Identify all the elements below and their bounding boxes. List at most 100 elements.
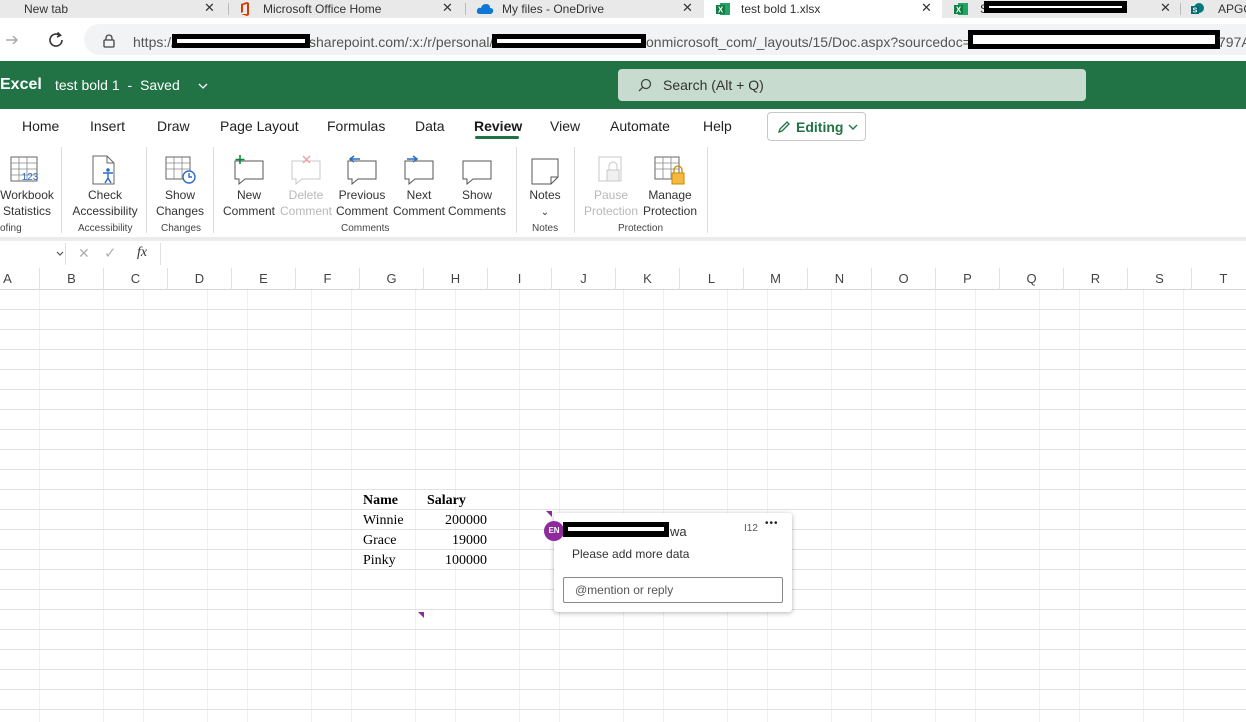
new-comment-button[interactable]: New Comment [221,149,277,221]
tab-automate[interactable]: Automate [610,118,670,134]
avatar: EN [544,521,564,541]
delete-comment-button[interactable]: Delete Comment [278,149,334,221]
comment-card[interactable]: EN wa I12 ••• Please add more data @ment… [544,513,792,612]
notes-icon [531,158,559,185]
comment-reply-input[interactable]: @mention or reply [563,577,783,603]
column-header[interactable]: D [168,268,232,290]
tab-close-icon[interactable]: ✕ [682,0,693,16]
column-header[interactable]: I [488,268,552,290]
column-header[interactable]: L [680,268,744,290]
show-comments-icon [462,160,492,185]
group-label-comments: Comments [341,223,390,234]
column-header[interactable]: N [808,268,872,290]
column-header[interactable]: S [1128,268,1192,290]
refresh-icon[interactable] [47,31,65,49]
tab-test-bold[interactable]: X test bold 1.xlsx ✕ [704,0,942,18]
check-accessibility-button[interactable]: Check Accessibility [70,149,140,221]
show-comments-button[interactable]: Show Comments [447,149,507,221]
button-label: Workbook Statistics [0,188,54,218]
column-header[interactable]: R [1064,268,1128,290]
previous-comment-button[interactable]: Previous Comment [334,149,390,221]
column-header[interactable]: M [744,268,808,290]
tab-page-layout[interactable]: Page Layout [220,118,299,134]
app-name[interactable]: Excel [0,76,42,94]
more-options-icon[interactable]: ••• [765,518,779,529]
cell-salary[interactable]: 19000 [424,531,487,551]
cell-salary[interactable]: 100000 [424,551,487,571]
tab-help[interactable]: Help [703,118,732,134]
column-header[interactable]: P [936,268,1000,290]
tab-new-tab[interactable]: New tab ✕ [0,0,228,18]
tab-label: My files - OneDrive [502,2,605,16]
tab-office-home[interactable]: Microsoft Office Home ✕ [229,0,465,18]
column-header[interactable]: K [616,268,680,290]
tab-redacted-excel[interactable]: X S ✕ [942,0,1180,18]
next-comment-button[interactable]: Next Comment [391,149,447,221]
button-label: New Comment [222,188,275,218]
lock-icon[interactable] [103,34,115,48]
check-accessibility-icon [92,155,115,185]
next-comment-icon [404,155,434,185]
chevron-down-icon[interactable] [56,251,64,257]
column-header[interactable]: B [40,268,104,290]
column-header[interactable]: T [1192,268,1246,290]
tab-close-icon[interactable]: ✕ [442,0,453,16]
redacted-url-part [172,34,310,48]
button-label: Manage Protection [642,188,698,218]
worksheet-grid[interactable] [0,290,1246,722]
column-header[interactable]: F [296,268,360,290]
column-header[interactable]: C [104,268,168,290]
tab-close-icon[interactable]: ✕ [921,0,932,16]
column-header[interactable]: Q [1000,268,1064,290]
browser-address-bar: https:// sharepoint.com/:x:/r/personal/ … [0,18,1246,61]
onedrive-icon [476,4,494,14]
column-header[interactable]: H [424,268,488,290]
notes-button[interactable]: Notes ⌄ [524,149,566,221]
tab-onedrive[interactable]: My files - OneDrive ✕ [466,0,704,18]
tab-close-icon[interactable]: ✕ [204,0,215,16]
tab-home[interactable]: Home [22,118,59,134]
tab-view[interactable]: View [550,118,580,134]
cell-name[interactable]: Grace [363,531,396,551]
tab-formulas[interactable]: Formulas [327,118,385,134]
doc-title-button[interactable]: test bold 1 - Saved [55,77,208,93]
editing-mode-button[interactable]: Editing [767,112,866,141]
column-header[interactable]: A [0,268,40,290]
tab-close-icon[interactable]: ✕ [1160,0,1171,16]
column-header[interactable]: J [552,268,616,290]
browser-tab-bar: New tab ✕ Microsoft Office Home ✕ My fil… [0,0,1246,18]
tab-data[interactable]: Data [415,118,445,134]
comment-indicator[interactable] [546,511,552,517]
forward-icon[interactable] [4,32,20,48]
tab-label: Microsoft Office Home [263,2,382,16]
url-path-2: onmicrosoft_com/_layouts/15/Doc.aspx?sou… [646,34,971,50]
name-box[interactable] [0,243,66,265]
cell-salary[interactable]: 200000 [424,511,487,531]
pencil-icon [777,121,790,134]
formula-input[interactable] [160,243,1246,265]
pause-protection-button[interactable]: Pause Protection [582,149,640,221]
comment-indicator[interactable] [418,612,424,618]
column-header[interactable]: E [232,268,296,290]
cell-name[interactable]: Pinky [363,551,396,571]
tab-review[interactable]: Review [474,118,522,134]
fx-icon[interactable]: fx [137,245,147,261]
cell-name-header[interactable]: Name [363,491,398,511]
cell-salary-header[interactable]: Salary [427,491,466,511]
column-header[interactable]: O [872,268,936,290]
editing-label: Editing [796,119,844,135]
tab-apgc[interactable]: S APGC [1181,0,1246,18]
cancel-icon[interactable]: ✕ [78,245,90,262]
chevron-down-icon [848,124,858,130]
column-header[interactable]: G [360,268,424,290]
cell-name[interactable]: Winnie [363,511,404,531]
enter-icon[interactable]: ✓ [104,244,117,262]
button-label: Delete Comment [279,188,332,218]
tab-draw[interactable]: Draw [157,118,190,134]
excel-icon: X [716,3,730,15]
workbook-statistics-button[interactable]: 123 Workbook Statistics [0,149,54,221]
tab-insert[interactable]: Insert [90,118,125,134]
show-changes-button[interactable]: Show Changes [153,149,207,221]
search-input[interactable]: Search (Alt + Q) [618,69,1086,101]
manage-protection-button[interactable]: Manage Protection [640,149,700,221]
